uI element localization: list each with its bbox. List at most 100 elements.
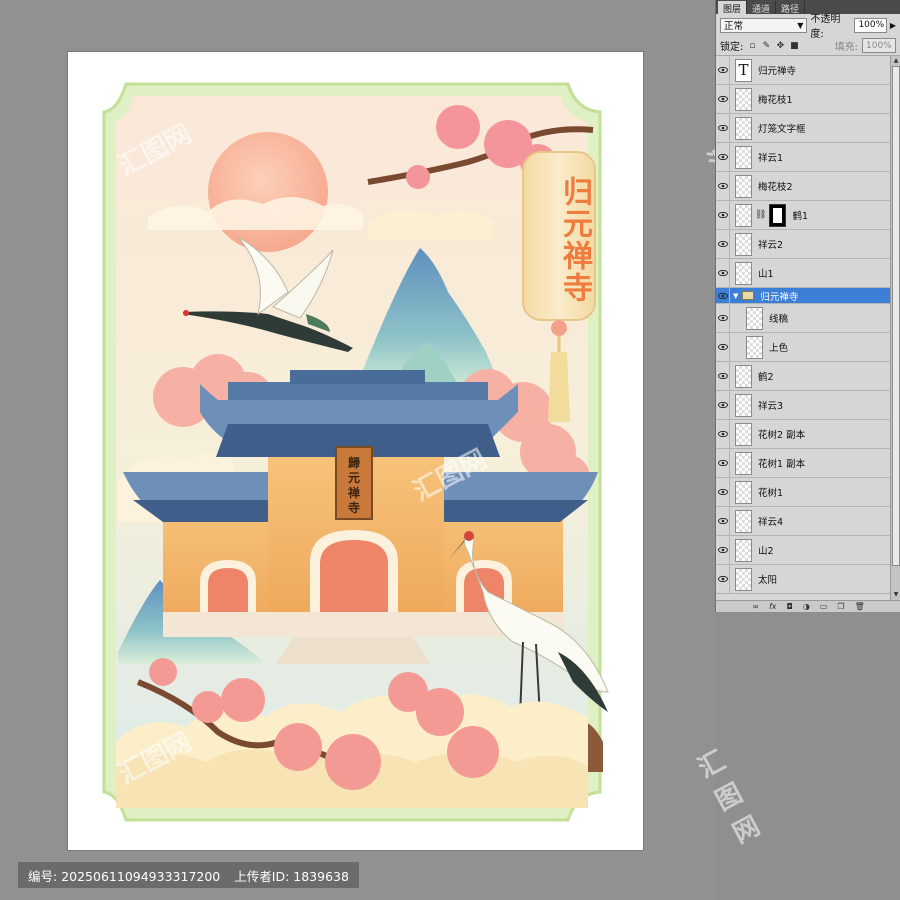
lock-all-icon[interactable]: ■ — [789, 41, 799, 51]
layer-row[interactable]: 灯笼文字框 — [716, 114, 890, 143]
chevron-down-icon: ▼ — [797, 20, 804, 30]
layer-name: 花树1 副本 — [758, 459, 806, 470]
eye-icon[interactable] — [716, 230, 730, 258]
scroll-down-icon[interactable]: ▼ — [892, 591, 900, 599]
eye-icon[interactable] — [716, 362, 730, 390]
layer-row[interactable]: 梅花枝2 — [716, 172, 890, 201]
layer-row[interactable]: 祥云4 — [716, 507, 890, 536]
blend-mode-select[interactable]: 正常 ▼ — [720, 17, 808, 33]
layer-thumbnail — [735, 232, 752, 256]
eye-icon[interactable] — [716, 333, 730, 361]
info-bar: 编号: 20250611094933317200 上传者ID: 1839638 — [18, 862, 359, 888]
panel-footer: ∞ fx ◘ ◑ ▭ ❐ 🗑 — [716, 600, 900, 612]
layer-name: 上色 — [769, 343, 789, 354]
layer-thumbnail — [735, 203, 752, 227]
layer-thumbnail — [735, 393, 752, 417]
tab-paths[interactable]: 路径 — [776, 1, 806, 15]
layer-name: 归元禅寺 — [758, 66, 797, 77]
layer-name: 鹤1 — [792, 211, 808, 222]
layer-thumbnail — [735, 87, 752, 111]
opacity-field[interactable]: 100% — [854, 17, 887, 33]
trash-icon[interactable]: 🗑 — [855, 602, 865, 611]
layers-scrollbar[interactable]: ▲ ▼ — [890, 56, 900, 600]
layer-thumbnail — [735, 261, 752, 285]
layer-name: 祥云1 — [758, 153, 784, 164]
eye-icon[interactable] — [716, 478, 730, 506]
layer-name: 祥云4 — [758, 517, 784, 528]
layer-row[interactable]: 上色 — [716, 333, 890, 362]
eye-icon[interactable] — [716, 304, 730, 332]
link-icon[interactable]: ∞ — [752, 602, 759, 611]
eye-icon[interactable] — [716, 507, 730, 535]
fx-icon[interactable]: fx — [769, 602, 777, 611]
layer-thumbnail — [735, 145, 752, 169]
mask-icon[interactable]: ◘ — [787, 602, 793, 611]
scroll-thumb[interactable] — [892, 66, 900, 566]
layer-name: 祥云3 — [758, 401, 784, 412]
layer-row[interactable]: 花树1 — [716, 478, 890, 507]
lock-transparent-icon[interactable]: ▫ — [747, 41, 757, 51]
layer-row[interactable]: 梅花枝1 — [716, 85, 890, 114]
eye-icon[interactable] — [716, 565, 730, 593]
folder-icon[interactable]: ▭ — [820, 602, 828, 611]
svg-text:元: 元 — [348, 471, 360, 485]
layer-row[interactable]: T 归元禅寺 — [716, 56, 890, 85]
layer-row[interactable]: ⛓ 鹤1 — [716, 201, 890, 230]
layer-thumbnail — [746, 335, 763, 359]
layer-row[interactable]: 山2 — [716, 536, 890, 565]
lock-pixels-icon[interactable]: ✎ — [761, 41, 771, 51]
layer-row[interactable]: 花树1 副本 — [716, 449, 890, 478]
eye-icon[interactable] — [716, 420, 730, 448]
lock-position-icon[interactable]: ✥ — [775, 41, 785, 51]
layer-row[interactable]: 山1 — [716, 259, 890, 288]
folder-icon — [742, 291, 755, 300]
opacity-arrow-icon[interactable]: ▶ — [890, 21, 896, 30]
scroll-up-icon[interactable]: ▲ — [892, 57, 900, 65]
layer-row[interactable]: 祥云2 — [716, 230, 890, 259]
layer-row[interactable]: ▼ 归元禅寺 — [716, 288, 890, 304]
eye-icon[interactable] — [716, 288, 730, 303]
layer-row[interactable]: 鹤2 — [716, 362, 890, 391]
svg-text:寺: 寺 — [348, 500, 360, 515]
text-layer-icon: T — [735, 58, 752, 82]
watermark: 汇图网 — [693, 745, 766, 850]
canvas-area[interactable]: 歸 元 禅 寺 归元禅寺 汇图网 汇图网 汇图网 汇图网 — [0, 0, 775, 900]
eye-icon[interactable] — [716, 201, 730, 229]
layer-name: 祥云2 — [758, 240, 784, 251]
tab-layers[interactable]: 图层 — [718, 1, 748, 15]
eye-icon[interactable] — [716, 449, 730, 477]
group-expand-icon[interactable]: ▼ — [733, 292, 738, 300]
layer-row[interactable]: 祥云3 — [716, 391, 890, 420]
eye-icon[interactable] — [716, 56, 730, 84]
eye-icon[interactable] — [716, 114, 730, 142]
layer-name: 梅花枝2 — [758, 182, 793, 193]
layer-name: 太阳 — [758, 575, 778, 586]
eye-icon[interactable] — [716, 259, 730, 287]
layers-panel: 图层 通道 路径 正常 ▼ 不透明度: 100% ▶ 锁定: ▫ ✎ ✥ ■ 填… — [715, 0, 900, 612]
tab-channels[interactable]: 通道 — [747, 1, 777, 15]
adjustment-icon[interactable]: ◑ — [803, 602, 810, 611]
layer-list: T 归元禅寺 梅花枝1 灯笼文字框 祥云1 梅花枝2 ⛓ 鹤1 祥云2 山1 ▼ 归元禅寺 线稿 上色 鹤2… — [716, 56, 890, 600]
document-canvas[interactable]: 歸 元 禅 寺 归元禅寺 — [68, 52, 643, 850]
eye-icon[interactable] — [716, 143, 730, 171]
layer-name: 梅花枝1 — [758, 95, 793, 106]
layer-thumbnail — [735, 567, 752, 591]
new-layer-icon[interactable]: ❐ — [837, 602, 844, 611]
layer-row[interactable]: 祥云1 — [716, 143, 890, 172]
layer-row[interactable]: 太阳 — [716, 565, 890, 594]
layer-row[interactable]: 线稿 — [716, 304, 890, 333]
eye-icon[interactable] — [716, 391, 730, 419]
layer-name: 归元禅寺 — [760, 291, 799, 303]
link-icon[interactable]: ⛓ — [755, 210, 766, 220]
uploader-label: 上传者ID: — [234, 868, 290, 884]
id-value: 20250611094933317200 — [61, 868, 221, 884]
layer-mask-thumbnail[interactable] — [769, 203, 787, 227]
cloud-mid — [368, 209, 493, 240]
panel-tabs: 图层 通道 路径 — [716, 0, 900, 15]
eye-icon[interactable] — [716, 536, 730, 564]
fill-field[interactable]: 100% — [862, 38, 896, 53]
eye-icon[interactable] — [716, 172, 730, 200]
layer-row[interactable]: 花树2 副本 — [716, 420, 890, 449]
eye-icon[interactable] — [716, 85, 730, 113]
uploader-group: 上传者ID: 1839638 — [234, 866, 349, 885]
